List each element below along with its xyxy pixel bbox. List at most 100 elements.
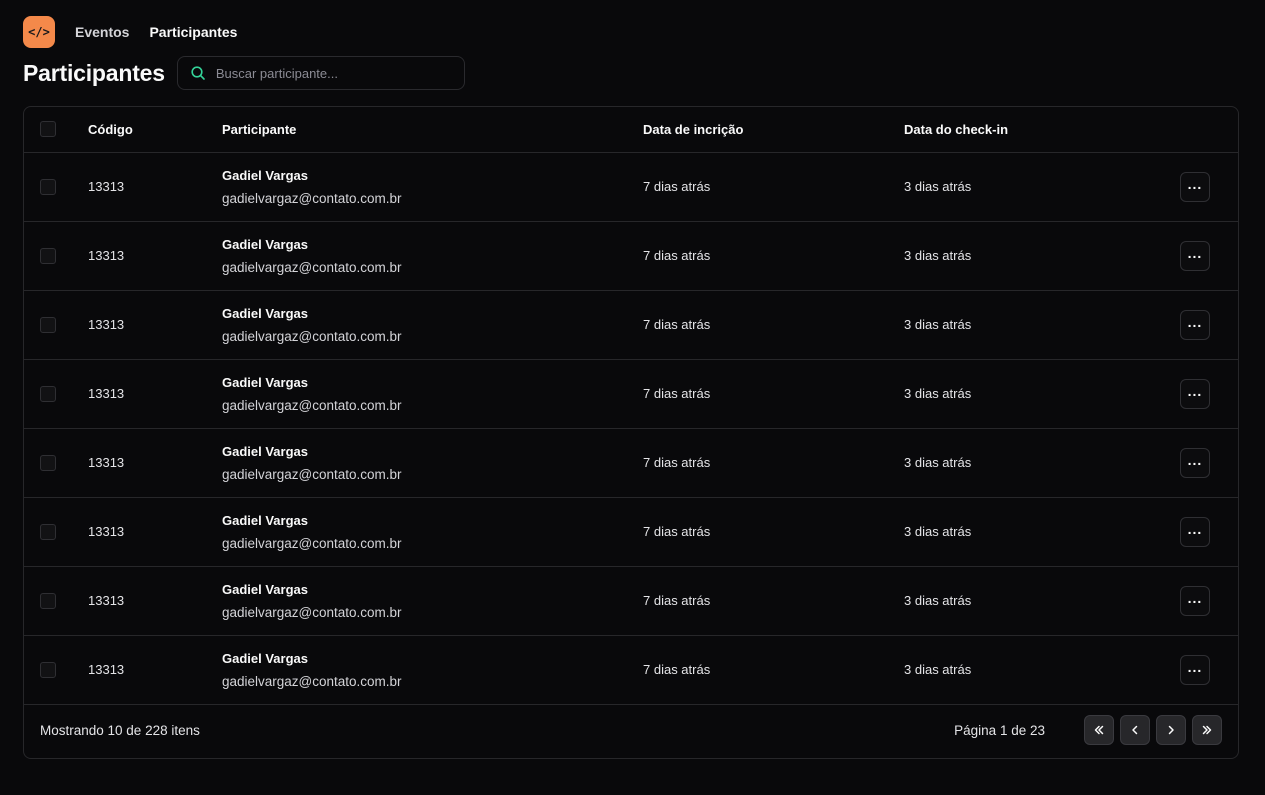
participant-email: gadielvargaz@contato.com.br <box>222 604 402 620</box>
checkin-date: 3 dias atrás <box>904 359 1148 429</box>
column-header-data-inscricao: Data de incrição <box>643 107 904 153</box>
row-actions-button[interactable]: ... <box>1180 585 1210 616</box>
row-checkbox[interactable] <box>40 178 56 195</box>
checkin-date: 3 dias atrás <box>904 635 1148 705</box>
more-horizontal-icon: ... <box>1187 313 1203 330</box>
checkin-date: 3 dias atrás <box>904 566 1148 636</box>
participant-name: Gadiel Vargas <box>222 167 308 183</box>
registration-date: 7 dias atrás <box>643 152 904 222</box>
participant-email: gadielvargaz@contato.com.br <box>222 190 402 206</box>
participant-code: 13313 <box>72 635 222 705</box>
row-checkbox[interactable] <box>40 385 56 402</box>
row-actions-button[interactable]: ... <box>1180 309 1210 340</box>
last-page-button[interactable] <box>1192 715 1222 745</box>
participants-table: Código Participante Data de incrição Dat… <box>24 107 1238 705</box>
row-checkbox[interactable] <box>40 523 56 540</box>
title-row: Participantes <box>23 56 465 90</box>
more-horizontal-icon: ... <box>1187 175 1203 192</box>
table-row: 13313 Gadiel Vargas gadielvargaz@contato… <box>24 428 1238 498</box>
table-row: 13313 Gadiel Vargas gadielvargaz@contato… <box>24 635 1238 705</box>
next-page-button[interactable] <box>1156 715 1186 745</box>
table-row: 13313 Gadiel Vargas gadielvargaz@contato… <box>24 152 1238 222</box>
participant-email: gadielvargaz@contato.com.br <box>222 466 402 482</box>
row-checkbox[interactable] <box>40 592 56 609</box>
participants-table-card: Código Participante Data de incrição Dat… <box>23 106 1239 759</box>
search-box[interactable] <box>176 56 465 90</box>
row-actions-button[interactable]: ... <box>1180 240 1210 271</box>
more-horizontal-icon: ... <box>1187 520 1203 537</box>
registration-date: 7 dias atrás <box>643 221 904 291</box>
row-actions-button[interactable]: ... <box>1180 447 1210 478</box>
chevron-left-icon <box>1132 725 1138 735</box>
registration-date: 7 dias atrás <box>643 566 904 636</box>
more-horizontal-icon: ... <box>1187 589 1203 606</box>
registration-date: 7 dias atrás <box>643 359 904 429</box>
participant-name: Gadiel Vargas <box>222 374 308 390</box>
first-page-button[interactable] <box>1084 715 1114 745</box>
registration-date: 7 dias atrás <box>643 497 904 567</box>
registration-date: 7 dias atrás <box>643 635 904 705</box>
row-checkbox[interactable] <box>40 316 56 333</box>
more-horizontal-icon: ... <box>1187 244 1203 261</box>
row-actions-button[interactable]: ... <box>1180 516 1210 547</box>
more-horizontal-icon: ... <box>1187 382 1203 399</box>
items-count-text: Mostrando 10 de 228 itens <box>40 722 200 738</box>
column-header-codigo: Código <box>72 107 222 153</box>
table-header-row: Código Participante Data de incrição Dat… <box>24 107 1238 153</box>
checkin-date: 3 dias atrás <box>904 497 1148 567</box>
participant-email: gadielvargaz@contato.com.br <box>222 397 402 413</box>
more-horizontal-icon: ... <box>1187 658 1203 675</box>
checkin-date: 3 dias atrás <box>904 221 1148 291</box>
page-indicator: Página 1 de 23 <box>954 722 1045 738</box>
top-nav: </> Eventos Participantes <box>23 16 237 48</box>
page-title: Participantes <box>23 59 165 86</box>
participant-email: gadielvargaz@contato.com.br <box>222 259 402 275</box>
row-checkbox[interactable] <box>40 454 56 471</box>
participants-page: </> Eventos Participantes Participantes … <box>0 0 1265 795</box>
participant-code: 13313 <box>72 221 222 291</box>
participant-name: Gadiel Vargas <box>222 512 308 528</box>
participant-email: gadielvargaz@contato.com.br <box>222 328 402 344</box>
select-all-checkbox[interactable] <box>40 121 56 138</box>
participant-name: Gadiel Vargas <box>222 305 308 321</box>
chevron-right-icon <box>1168 725 1174 735</box>
table-footer: Mostrando 10 de 228 itens Página 1 de 23 <box>24 702 1238 758</box>
row-actions-button[interactable]: ... <box>1180 654 1210 685</box>
chevrons-left-icon <box>1094 725 1104 735</box>
checkin-date: 3 dias atrás <box>904 290 1148 360</box>
nav-link-participantes[interactable]: Participantes <box>149 24 237 40</box>
search-icon <box>191 66 205 80</box>
participant-code: 13313 <box>72 497 222 567</box>
previous-page-button[interactable] <box>1120 715 1150 745</box>
column-header-data-checkin: Data do check-in <box>904 107 1148 153</box>
more-horizontal-icon: ... <box>1187 451 1203 468</box>
registration-date: 7 dias atrás <box>643 428 904 498</box>
participant-code: 13313 <box>72 152 222 222</box>
nav-link-eventos[interactable]: Eventos <box>75 24 129 40</box>
code-logo-icon[interactable]: </> <box>23 16 55 48</box>
checkin-date: 3 dias atrás <box>904 152 1148 222</box>
row-checkbox[interactable] <box>40 661 56 678</box>
row-actions-button[interactable]: ... <box>1180 171 1210 202</box>
checkin-date: 3 dias atrás <box>904 428 1148 498</box>
participant-email: gadielvargaz@contato.com.br <box>222 535 402 551</box>
participant-name: Gadiel Vargas <box>222 236 308 252</box>
search-input[interactable] <box>215 65 446 81</box>
column-header-participante: Participante <box>222 107 643 153</box>
row-actions-button[interactable]: ... <box>1180 378 1210 409</box>
row-checkbox[interactable] <box>40 247 56 264</box>
table-row: 13313 Gadiel Vargas gadielvargaz@contato… <box>24 359 1238 429</box>
table-row: 13313 Gadiel Vargas gadielvargaz@contato… <box>24 290 1238 360</box>
chevrons-right-icon <box>1202 725 1212 735</box>
participant-name: Gadiel Vargas <box>222 581 308 597</box>
table-row: 13313 Gadiel Vargas gadielvargaz@contato… <box>24 221 1238 291</box>
registration-date: 7 dias atrás <box>643 290 904 360</box>
table-row: 13313 Gadiel Vargas gadielvargaz@contato… <box>24 497 1238 567</box>
participant-email: gadielvargaz@contato.com.br <box>222 673 402 689</box>
participant-code: 13313 <box>72 566 222 636</box>
participant-name: Gadiel Vargas <box>222 443 308 459</box>
table-row: 13313 Gadiel Vargas gadielvargaz@contato… <box>24 566 1238 636</box>
participant-code: 13313 <box>72 290 222 360</box>
participant-code: 13313 <box>72 428 222 498</box>
participant-name: Gadiel Vargas <box>222 650 308 666</box>
